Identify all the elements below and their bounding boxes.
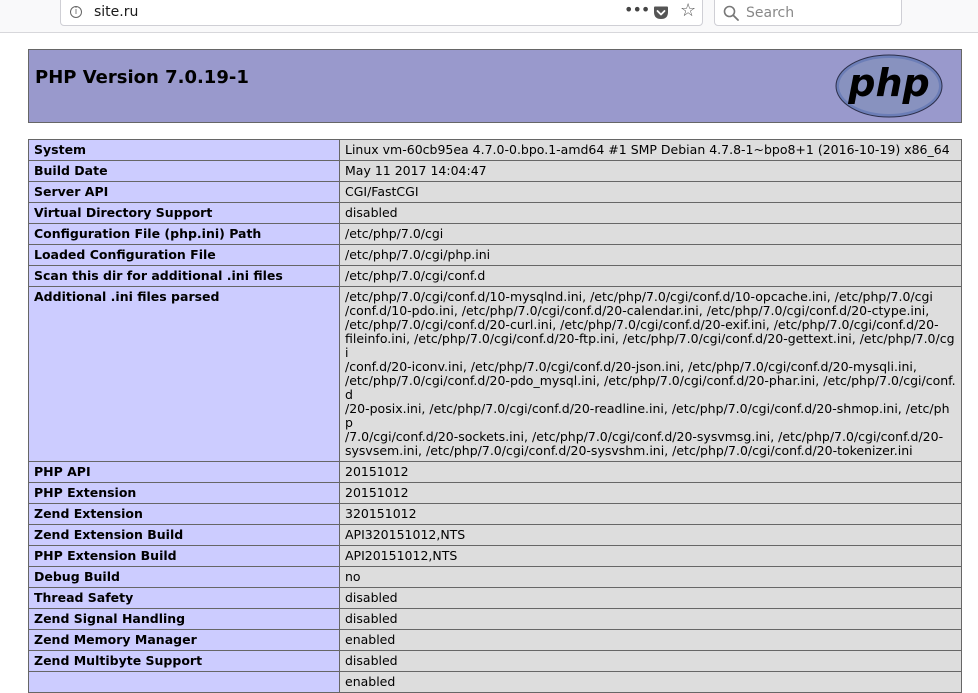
value-line: /7.0/cgi/conf.d/20-sockets.ini, /etc/php…	[345, 429, 944, 444]
row-label: Configuration File (php.ini) Path	[28, 223, 340, 245]
page-title: PHP Version 7.0.19-1	[35, 67, 249, 88]
table-row: Virtual Directory Support disabled	[28, 202, 962, 224]
row-label: Zend Signal Handling	[28, 608, 340, 630]
search-bar[interactable]: Search	[714, 0, 902, 26]
row-value: API320151012,NTS	[339, 524, 962, 546]
search-placeholder[interactable]: Search	[746, 5, 794, 21]
row-label: Zend Extension Build	[28, 524, 340, 546]
value-line: /etc/php/7.0/cgi/conf.d/20-pdo_mysql.ini…	[345, 373, 956, 402]
value-line: /conf.d/20-iconv.ini, /etc/php/7.0/cgi/c…	[345, 359, 917, 374]
row-label: Thread Safety	[28, 587, 340, 609]
row-label: Virtual Directory Support	[28, 202, 340, 224]
search-icon	[723, 5, 739, 21]
url-text[interactable]: site.ru	[94, 4, 138, 20]
row-value: /etc/php/7.0/cgi	[339, 223, 962, 245]
row-label: PHP API	[28, 461, 340, 483]
row-value: disabled	[339, 608, 962, 630]
svg-text:php: php	[847, 61, 929, 105]
row-label: PHP Extension Build	[28, 545, 340, 567]
info-icon[interactable]: i	[70, 6, 82, 18]
row-value: disabled	[339, 650, 962, 672]
row-label: Zend Extension	[28, 503, 340, 525]
row-label: Server API	[28, 181, 340, 203]
value-line: sysvsem.ini, /etc/php/7.0/cgi/conf.d/20-…	[345, 443, 913, 458]
row-label: PHP Extension	[28, 482, 340, 504]
row-value: /etc/php/7.0/cgi/conf.d	[339, 265, 962, 287]
table-row: Server API CGI/FastCGI	[28, 181, 962, 203]
value-line: /etc/php/7.0/cgi/conf.d/20-curl.ini, /et…	[345, 317, 939, 332]
pocket-icon[interactable]	[653, 6, 669, 20]
table-row: Thread Safety disabled	[28, 587, 962, 609]
row-value: 320151012	[339, 503, 962, 525]
table-row: Additional .ini files parsed/etc/php/7.0…	[28, 286, 962, 462]
row-value: 20151012	[339, 482, 962, 504]
row-value: May 11 2017 14:04:47	[339, 160, 962, 182]
bookmark-star-icon[interactable]: ☆	[680, 2, 696, 20]
phpinfo-table: System Linux vm-60cb95ea 4.7.0-0.bpo.1-am…	[28, 139, 962, 693]
table-row: enabled	[28, 671, 962, 693]
value-line: /20-posix.ini, /etc/php/7.0/cgi/conf.d/2…	[345, 401, 950, 430]
row-label: Scan this dir for additional .ini files	[28, 265, 340, 287]
row-value: enabled	[339, 629, 962, 651]
table-row: PHP Extension 20151012	[28, 482, 962, 504]
page-actions-menu-icon[interactable]: •••	[624, 0, 650, 19]
row-value: disabled	[339, 587, 962, 609]
row-value: /etc/php/7.0/cgi/conf.d/10-mysqlnd.ini, …	[339, 286, 962, 462]
row-value: Linux vm-60cb95ea 4.7.0-0.bpo.1-amd64 #1…	[339, 139, 962, 161]
table-row: PHP Extension Build API20151012,NTS	[28, 545, 962, 567]
row-label: Zend Multibyte Support	[28, 650, 340, 672]
table-row: Zend Extension 320151012	[28, 503, 962, 525]
row-value: API20151012,NTS	[339, 545, 962, 567]
table-row: PHP API 20151012	[28, 461, 962, 483]
row-label: Build Date	[28, 160, 340, 182]
row-value: no	[339, 566, 962, 588]
table-row: Zend Extension Build API320151012,NTS	[28, 524, 962, 546]
row-label	[28, 671, 340, 693]
row-label: Debug Build	[28, 566, 340, 588]
row-value: disabled	[339, 202, 962, 224]
row-value: /etc/php/7.0/cgi/php.ini	[339, 244, 962, 266]
row-label: Loaded Configuration File	[28, 244, 340, 266]
row-label: Zend Memory Manager	[28, 629, 340, 651]
row-value: CGI/FastCGI	[339, 181, 962, 203]
phpinfo-header: PHP Version 7.0.19-1 php	[28, 49, 962, 123]
table-row: System Linux vm-60cb95ea 4.7.0-0.bpo.1-am…	[28, 139, 962, 161]
row-value: enabled	[339, 671, 962, 693]
address-bar[interactable]: i site.ru ••• ☆	[60, 0, 703, 26]
table-row: Zend Multibyte Support disabled	[28, 650, 962, 672]
table-row: Scan this dir for additional .ini files /…	[28, 265, 962, 287]
row-label: System	[28, 139, 340, 161]
value-line: fileinfo.ini, /etc/php/7.0/cgi/conf.d/20…	[345, 331, 955, 360]
php-logo[interactable]: php	[835, 54, 943, 118]
row-value: 20151012	[339, 461, 962, 483]
row-label: Additional .ini files parsed	[28, 286, 340, 462]
table-row: Configuration File (php.ini) Path/etc/ph…	[28, 223, 962, 245]
table-row: Loaded Configuration File/etc/php/7.0/cg…	[28, 244, 962, 266]
table-row: Zend Memory Manager enabled	[28, 629, 962, 651]
value-line: /etc/php/7.0/cgi/conf.d/10-mysqlnd.ini, …	[345, 289, 933, 304]
value-line: /conf.d/10-pdo.ini, /etc/php/7.0/cgi/con…	[345, 303, 930, 318]
browser-toolbar: i site.ru ••• ☆ Search	[0, 0, 978, 33]
table-row: Zend Signal Handling disabled	[28, 608, 962, 630]
table-row: Build Date May 11 2017 14:04:47	[28, 160, 962, 182]
table-row: Debug Build no	[28, 566, 962, 588]
